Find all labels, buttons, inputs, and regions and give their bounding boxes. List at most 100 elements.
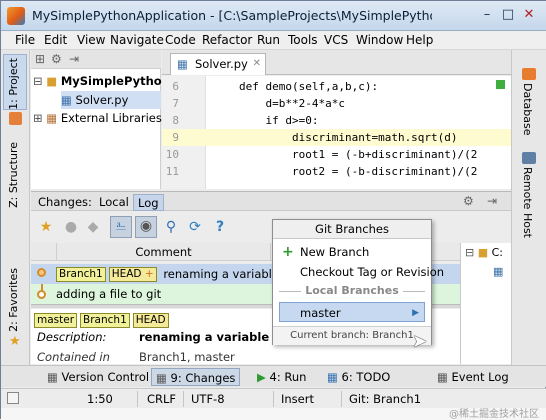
menu-tools[interactable]: Tools xyxy=(288,33,318,47)
new-branch-item[interactable]: + New Branch xyxy=(273,242,431,262)
collapse-icon[interactable]: ⊟ xyxy=(465,246,474,259)
branch-ref-badge: Branch1 xyxy=(56,267,106,282)
popup-title: Git Branches xyxy=(273,220,431,239)
editor-tab-label: Solver.py xyxy=(195,57,248,71)
tool-window-bar: ▦ Version Control ▦ 9: Changes ▶ 4: Run … xyxy=(1,365,546,387)
menu-help[interactable]: Help xyxy=(406,33,433,47)
filter-icon[interactable]: ◉ xyxy=(135,216,157,238)
file-encoding[interactable]: UTF-8 xyxy=(191,391,225,407)
settings-icon[interactable]: ⚙ xyxy=(51,52,62,66)
changes-icon: ▦ xyxy=(156,371,167,385)
close-button[interactable]: ✕ xyxy=(519,6,539,24)
code-line: 8 if d>=0: xyxy=(172,114,319,127)
hide-panel-icon[interactable]: ⇥ xyxy=(487,194,497,208)
pycharm-logo-icon xyxy=(7,7,25,25)
caret-position[interactable]: 1:50 xyxy=(87,391,113,407)
branch-item-master[interactable]: master ▶ xyxy=(279,302,425,322)
insert-mode[interactable]: Insert xyxy=(281,391,314,407)
version-control-button[interactable]: ▦ Version Control xyxy=(43,368,153,386)
star-icon[interactable]: ★ xyxy=(37,218,55,236)
settings-icon[interactable]: ⚙ xyxy=(463,194,474,208)
python-file-icon: ▦ xyxy=(177,57,188,71)
tree-item-libraries[interactable]: ⊞ ▦ External Libraries xyxy=(33,109,162,127)
maximize-button[interactable]: □ xyxy=(498,6,518,24)
head-ref-badge: HEAD + xyxy=(108,267,157,282)
database-icon xyxy=(522,68,536,80)
mouse-cursor-icon: ➤ xyxy=(412,331,428,352)
todo-button[interactable]: ▦ 6: TODO xyxy=(323,368,394,386)
code-line: 11 root2 = (-b-discriminant)/(2 xyxy=(165,165,478,178)
collapse-icon[interactable]: ⊟ xyxy=(33,74,43,88)
git-branches-popup: Git Branches + New Branch Checkout Tag o… xyxy=(272,219,444,345)
menu-code[interactable]: Code xyxy=(165,33,196,47)
menu-refactor[interactable]: Refactor xyxy=(202,33,252,47)
code-editor[interactable]: 6 def demo(self,a,b,c): 7 d=b**2-4*a*c 8 … xyxy=(162,76,511,189)
menu-vcs[interactable]: VCS xyxy=(324,33,348,47)
menu-bar: File Edit View Navigate Code Refactor Ru… xyxy=(1,31,546,50)
tag-icon[interactable]: ◆ xyxy=(84,218,102,236)
watermark-strip: @稀土掘金技术社区 xyxy=(1,408,546,420)
code-line: 10 root1 = (-b+discriminant)/(2 xyxy=(165,148,478,161)
log-toolbar: ★ ● ◆ ⎁ ◉ ⚲ ⟳ ? xyxy=(31,212,511,242)
project-tool-tab[interactable]: 1: Project xyxy=(7,58,20,110)
commit-message: adding a file to git xyxy=(56,287,162,301)
branch-icon[interactable]: ⎁ xyxy=(110,216,132,238)
changes-label: Changes: xyxy=(38,195,92,209)
head-ref-badge: HEAD xyxy=(132,313,169,328)
event-log-button[interactable]: ▦ Event Log xyxy=(433,368,513,386)
watermark: @稀土掘金技术社区 xyxy=(449,409,539,420)
remote-host-tool-tab[interactable]: Remote Host xyxy=(521,167,534,238)
hide-icon[interactable]: ⇥ xyxy=(69,52,79,66)
folder-icon: ■ xyxy=(46,74,58,88)
tab-local[interactable]: Local xyxy=(95,194,133,211)
comment-column[interactable]: Comment xyxy=(56,243,271,261)
code-line-highlighted: 9 discriminant=math.sqrt(d) xyxy=(162,129,511,146)
code-line: 6 def demo(self,a,b,c): xyxy=(172,80,379,93)
changes-button[interactable]: ▦ 9: Changes xyxy=(151,368,241,386)
submenu-arrow-icon: ▶ xyxy=(412,308,419,318)
menu-view[interactable]: View xyxy=(77,33,105,47)
description-label: Description: xyxy=(37,330,107,344)
commit-message: renaming a variable xyxy=(163,267,279,281)
favorites-tool-tab[interactable]: 2: Favorites xyxy=(7,268,20,332)
local-branches-section: Local Branches xyxy=(273,284,431,298)
tree-item-solver[interactable]: ▦ Solver.py xyxy=(61,91,161,109)
vcs-icon: ▦ xyxy=(47,370,58,384)
menu-run[interactable]: Run xyxy=(257,33,280,47)
menu-edit[interactable]: Edit xyxy=(44,33,67,47)
refresh-icon[interactable]: ⟳ xyxy=(186,218,204,236)
menu-file[interactable]: File xyxy=(15,33,35,47)
commit-node-icon xyxy=(37,290,46,299)
window-title: MySimplePythonApplication - [C:\SamplePr… xyxy=(32,8,432,23)
tree-item-project[interactable]: ⊟ ■ MySimplePytho xyxy=(33,72,162,90)
todo-icon: ▦ xyxy=(327,370,338,384)
toggle-tool-buttons-icon[interactable] xyxy=(7,392,19,404)
code-line: 7 d=b**2-4*a*c xyxy=(172,97,345,110)
changes-panel-header: Changes: Local Log ⚙ ⇥ xyxy=(31,191,511,211)
run-icon: ▶ xyxy=(257,370,266,384)
tab-log[interactable]: Log xyxy=(133,194,164,211)
help-icon[interactable]: ? xyxy=(211,218,229,236)
database-tool-tab[interactable]: Database xyxy=(521,83,534,136)
changed-files-panel: ⊟ ■ C: ▦ xyxy=(460,243,511,364)
checkout-tag-item[interactable]: Checkout Tag or Revision xyxy=(273,262,444,282)
structure-tool-tab[interactable]: Z: Structure xyxy=(7,142,20,208)
commit-node-icon xyxy=(37,268,46,277)
menu-window[interactable]: Window xyxy=(356,33,403,47)
changed-files-root[interactable]: ⊟ ■ C: xyxy=(465,246,503,259)
menu-navigate[interactable]: Navigate xyxy=(110,33,164,47)
tree-item-label: Solver.py xyxy=(75,93,129,107)
editor-tab-solver[interactable]: ▦ Solver.py ✕ xyxy=(170,53,266,75)
left-tool-strip: 1: Project Z: Structure 2: Favorites ★ xyxy=(1,50,30,365)
search-icon[interactable]: ⚲ xyxy=(162,218,180,236)
cherry-pick-icon[interactable]: ● xyxy=(62,218,80,236)
close-tab-icon[interactable]: ✕ xyxy=(253,54,261,74)
event-log-icon: ▦ xyxy=(437,370,448,384)
line-separator[interactable]: CRLF xyxy=(147,391,176,407)
git-branch-widget[interactable]: Git: Branch1 xyxy=(349,391,421,407)
contained-label: Contained in xyxy=(37,350,110,364)
run-button[interactable]: ▶ 4: Run xyxy=(253,368,310,386)
expand-icon[interactable]: ⊞ xyxy=(33,111,43,125)
minimize-button[interactable]: – xyxy=(477,6,497,24)
collapse-all-icon[interactable]: ⊞ xyxy=(35,52,45,66)
